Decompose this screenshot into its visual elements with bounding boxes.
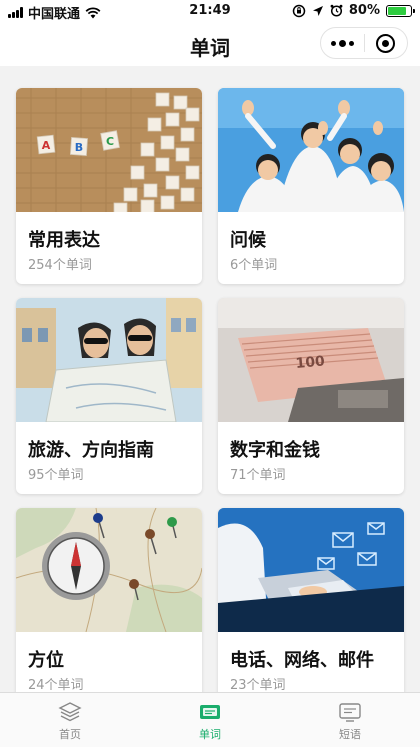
navigation-bar: 单词 bbox=[0, 22, 420, 66]
svg-text:A: A bbox=[42, 139, 51, 152]
waving-group-image bbox=[218, 88, 404, 212]
screen-icon bbox=[339, 703, 361, 722]
card-title: 方位 bbox=[28, 650, 64, 671]
category-card-directions[interactable]: 方位 24个单词 bbox=[16, 508, 202, 692]
category-card-expressions[interactable]: A B C 常用表达 254个单词 bbox=[16, 88, 202, 284]
card-word-count: 95个单词 bbox=[28, 468, 84, 483]
close-button[interactable] bbox=[365, 28, 408, 58]
battery-icon bbox=[386, 4, 415, 17]
category-card-money[interactable]: 100 数字和金钱 71个单词 bbox=[218, 298, 404, 494]
category-card-greetings[interactable]: 问候 6个单词 bbox=[218, 88, 404, 284]
more-button[interactable] bbox=[321, 28, 364, 58]
tab-phrases-label: 短语 bbox=[339, 728, 361, 741]
tab-words[interactable]: 单词 bbox=[140, 693, 280, 747]
alphabet-tiles-image: A B C bbox=[16, 88, 202, 212]
money-counter-image: 100 bbox=[218, 298, 404, 422]
card-word-count: 6个单词 bbox=[230, 258, 278, 273]
compass-map-image bbox=[16, 508, 202, 632]
status-right: 80% bbox=[292, 3, 415, 18]
card-title: 数字和金钱 bbox=[230, 440, 320, 461]
word-category-grid: A B C 常用表达 254个单词 问候 6个单词 旅游、方向指南 95个单词 … bbox=[0, 66, 420, 692]
card-title: 常用表达 bbox=[28, 230, 100, 251]
card-word-count: 71个单词 bbox=[230, 468, 286, 483]
location-icon bbox=[312, 5, 323, 16]
card-word-count: 23个单词 bbox=[230, 678, 286, 692]
mini-program-capsule bbox=[320, 27, 408, 59]
svg-text:100: 100 bbox=[295, 353, 326, 372]
cards-icon bbox=[200, 705, 220, 719]
card-title: 电话、网络、邮件 bbox=[230, 650, 374, 671]
rotation-lock-icon bbox=[292, 4, 306, 17]
layers-icon bbox=[58, 702, 82, 722]
tab-home-label: 首页 bbox=[59, 728, 81, 741]
tab-home[interactable]: 首页 bbox=[0, 693, 140, 747]
tab-phrases[interactable]: 短语 bbox=[280, 693, 420, 747]
svg-text:C: C bbox=[106, 135, 114, 148]
bottom-tab-bar: 首页 单词 短语 bbox=[0, 692, 420, 747]
category-card-travel[interactable]: 旅游、方向指南 95个单词 bbox=[16, 298, 202, 494]
battery-percent: 80% bbox=[348, 3, 380, 18]
laptop-email-image bbox=[218, 508, 404, 632]
card-title: 问候 bbox=[230, 230, 266, 251]
card-word-count: 24个单词 bbox=[28, 678, 84, 692]
alarm-icon bbox=[330, 4, 343, 17]
card-title: 旅游、方向指南 bbox=[28, 440, 154, 461]
tab-words-label: 单词 bbox=[199, 728, 221, 741]
battery-level bbox=[388, 6, 406, 15]
card-word-count: 254个单词 bbox=[28, 258, 92, 273]
svg-text:B: B bbox=[75, 141, 83, 154]
more-icon bbox=[330, 39, 354, 47]
travelers-map-image bbox=[16, 298, 202, 422]
category-card-communication[interactable]: 电话、网络、邮件 23个单词 bbox=[218, 508, 404, 692]
status-bar: 中国联通 21:49 80% bbox=[0, 0, 420, 22]
close-target-icon bbox=[376, 33, 396, 53]
